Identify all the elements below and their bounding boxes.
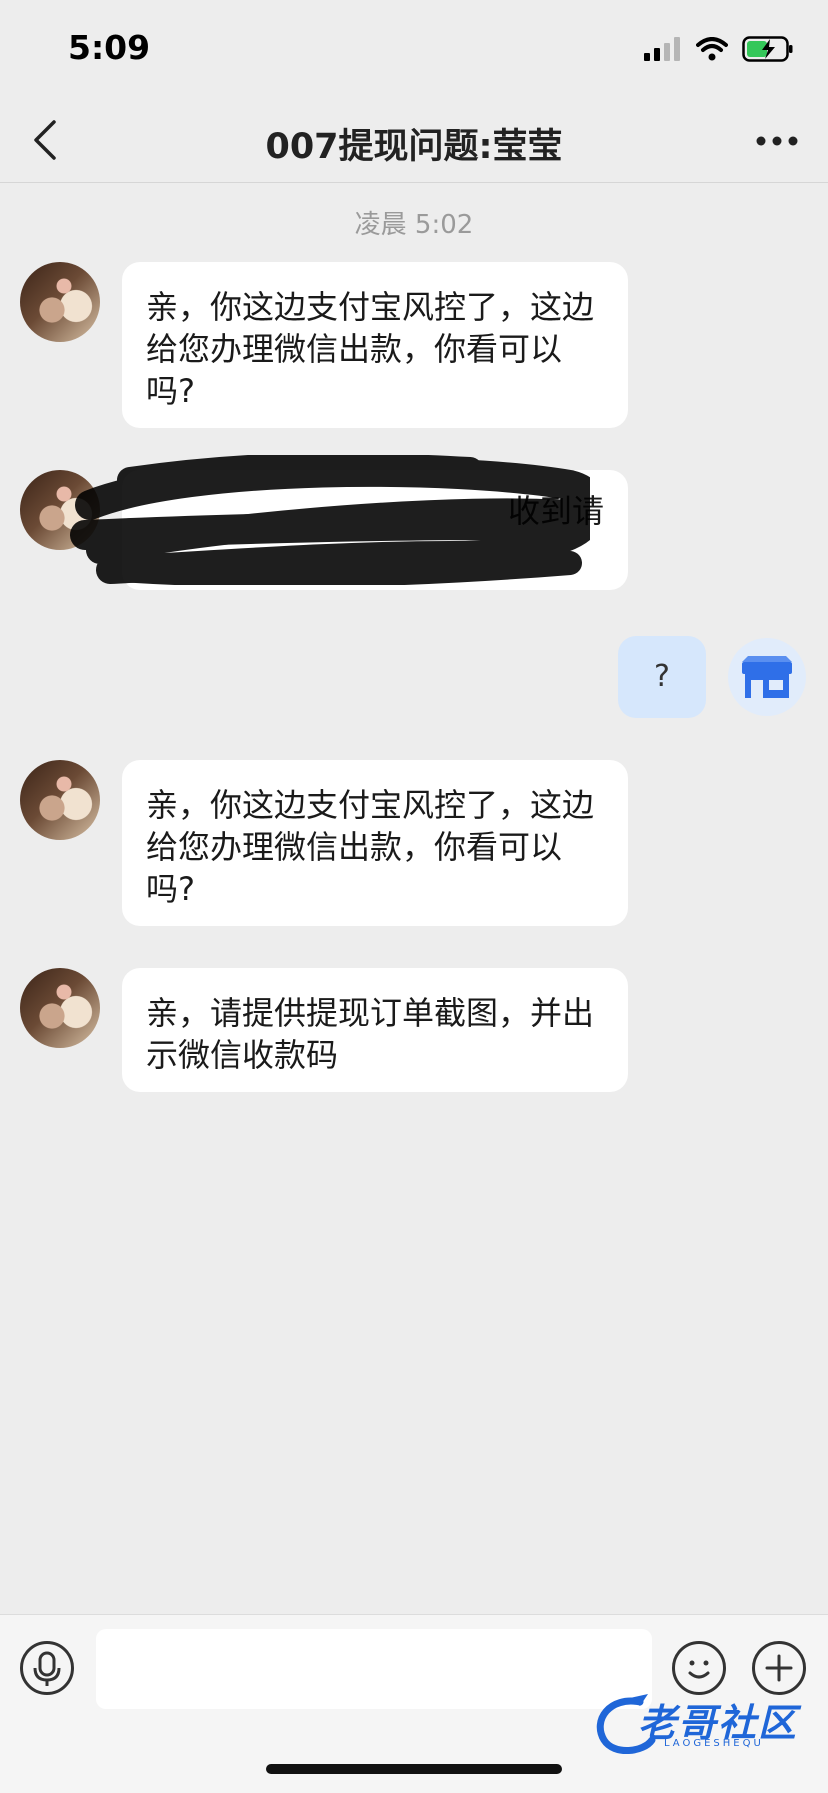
home-indicator [266,1764,562,1774]
watermark-subtext: LAOGESHEQU [664,1738,764,1749]
smile-icon [688,1660,710,1679]
more-button[interactable] [754,126,800,156]
plus-icon [765,1654,793,1682]
redaction-scribble [70,455,590,585]
page-title: 007提现问题:莹莹 [265,127,563,167]
status-bar: 5:09 [0,0,828,100]
voice-button[interactable] [20,1641,74,1695]
microphone-icon [33,1651,61,1686]
avatar[interactable] [20,760,100,840]
wifi-icon [696,37,728,61]
nav-bar: 007提现问题:莹莹 [0,100,828,183]
status-time: 5:09 [68,28,151,67]
watermark: 老哥社区 LAOGESHEQU [590,1690,820,1760]
more-icon [756,136,798,146]
signal-icon [644,37,680,61]
message-bubble[interactable]: 亲，你这边支付宝风控了，这边给您办理微信出款，你看可以吗? [122,760,628,926]
avatar[interactable] [20,262,100,342]
battery-icon [742,36,793,62]
message-input[interactable] [96,1629,652,1709]
store-icon [742,656,792,698]
timestamp: 凌晨 5:02 [354,210,474,240]
message-bubble[interactable]: 亲，你这边支付宝风控了，这边给您办理微信出款，你看可以吗? [122,262,628,428]
self-avatar[interactable] [728,638,806,716]
self-message-bubble[interactable]: ? [618,636,706,718]
status-icons [644,36,794,62]
emoji-button[interactable] [672,1641,726,1695]
avatar[interactable] [20,968,100,1048]
message-bubble[interactable]: 亲，请提供提现订单截图，并出示微信收款码 [122,968,628,1092]
add-button[interactable] [752,1641,806,1695]
